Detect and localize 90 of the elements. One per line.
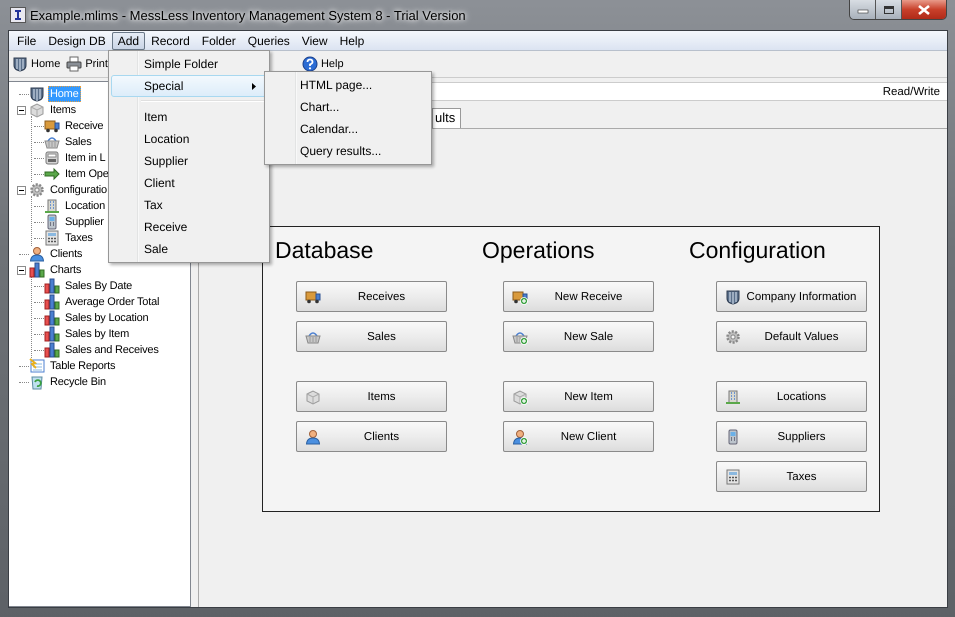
menu-item[interactable]: Calendar... (267, 118, 429, 140)
dashboard-button[interactable]: Taxes (716, 461, 867, 492)
tree-item[interactable]: Charts (48, 262, 84, 278)
toolbar-button[interactable]: Help (300, 56, 345, 72)
tree-item[interactable]: Clients (48, 246, 84, 262)
box-icon (29, 102, 45, 118)
menu-item[interactable]: Query results... (267, 140, 429, 162)
truck-icon (44, 118, 60, 134)
window-title: Example.mlims - MessLess Inventory Management System 8 - Trial Version (30, 8, 466, 22)
expand-toggle[interactable] (17, 266, 26, 274)
menu-item[interactable]: Supplier (111, 150, 267, 172)
dashboard-button[interactable]: Locations (716, 381, 867, 412)
bar-chart-icon (44, 326, 60, 342)
arrow-icon (44, 166, 60, 182)
building-icon (44, 198, 60, 214)
menu-item[interactable]: Help (334, 32, 370, 50)
tree-item[interactable]: Item in L (63, 150, 108, 166)
menu-item[interactable]: Chart... (267, 96, 429, 118)
report-icon (29, 358, 45, 374)
minimize-button[interactable] (850, 0, 876, 19)
gear-icon (29, 182, 45, 198)
tree-item[interactable]: Supplier (63, 214, 106, 230)
menu-item[interactable]: Folder (196, 32, 242, 50)
menu-item[interactable]: View (296, 32, 334, 50)
close-button[interactable] (902, 0, 946, 19)
tree-item[interactable]: Location (63, 198, 107, 214)
section-heading: Configuration (689, 237, 827, 265)
dashboard-button[interactable]: Company Information (716, 281, 867, 312)
help-icon (302, 56, 318, 72)
tree-item[interactable]: Sales By Date (63, 278, 134, 294)
menu-item[interactable]: Location (111, 128, 267, 150)
dashboard-button[interactable]: New Client (503, 421, 654, 452)
dashboard-button[interactable]: Suppliers (716, 421, 867, 452)
access-mode: Read/Write (882, 86, 940, 98)
toolbar-button[interactable]: Print (65, 56, 109, 72)
menu-item[interactable]: Item (111, 106, 267, 128)
dashboard-button[interactable]: Sales (296, 321, 447, 352)
tree-item[interactable]: Items (48, 102, 78, 118)
bar-chart-icon (44, 278, 60, 294)
menu-item[interactable]: Special (111, 75, 267, 97)
tab[interactable]: ults (432, 108, 462, 128)
printer-icon (66, 56, 82, 72)
toolbar-button[interactable]: Home (11, 56, 62, 72)
menu-item[interactable]: HTML page... (267, 74, 429, 96)
menu-item[interactable]: File (11, 32, 42, 50)
tree-item[interactable]: Configuratio (48, 182, 109, 198)
bar-chart-icon (44, 310, 60, 326)
dashboard-button[interactable]: Receives (296, 281, 447, 312)
menu-item[interactable]: Simple Folder (111, 53, 267, 75)
dashboard-button[interactable]: Default Values (716, 321, 867, 352)
bar-chart-icon (44, 294, 60, 310)
submenu-arrow-icon (252, 82, 256, 90)
dashboard-button[interactable]: New Sale (503, 321, 654, 352)
calculator-icon (44, 230, 60, 246)
tree-item[interactable]: Average Order Total (63, 294, 162, 310)
tree-item[interactable]: Sales (63, 134, 94, 150)
tree-item[interactable]: Receive (63, 118, 106, 134)
tree-item[interactable]: Table Reports (48, 358, 118, 374)
bar-chart-icon (44, 342, 60, 358)
menu-item[interactable]: Record (145, 32, 196, 50)
shield-icon (12, 56, 28, 72)
bar-chart-icon (29, 262, 45, 278)
menu-item[interactable]: Sale (111, 238, 267, 260)
menu-item[interactable]: Client (111, 172, 267, 194)
expand-toggle[interactable] (17, 106, 26, 114)
section-heading: Operations (482, 237, 596, 265)
person-icon (29, 246, 45, 262)
shield-icon (29, 86, 45, 102)
menu-item[interactable]: Add (112, 32, 146, 50)
close-icon (917, 4, 931, 14)
menu-item[interactable]: Queries (242, 32, 296, 50)
app-icon (10, 7, 26, 23)
maximize-icon (882, 4, 894, 14)
dashboard-button[interactable]: New Item (503, 381, 654, 412)
tree-item[interactable]: Sales by Location (63, 310, 150, 326)
dashboard-button[interactable]: New Receive (503, 281, 654, 312)
tree-item[interactable]: Item Ope (63, 166, 111, 182)
section-heading: Database (275, 237, 374, 265)
dashboard-button[interactable]: Clients (296, 421, 447, 452)
tree-item[interactable]: Recycle Bin (48, 374, 108, 390)
menu-item[interactable]: Tax (111, 194, 267, 216)
recycle-bin-icon (29, 374, 45, 390)
expand-toggle[interactable] (17, 186, 26, 194)
menu-item[interactable]: Design DB (42, 32, 112, 50)
tree-item[interactable]: Sales and Receives (63, 342, 161, 358)
tree-item[interactable]: Taxes (63, 230, 95, 246)
maximize-button[interactable] (876, 0, 902, 19)
dashboard-button[interactable]: Items (296, 381, 447, 412)
menu-item[interactable]: Receive (111, 216, 267, 238)
tree-item[interactable]: Sales by Item (63, 326, 132, 342)
